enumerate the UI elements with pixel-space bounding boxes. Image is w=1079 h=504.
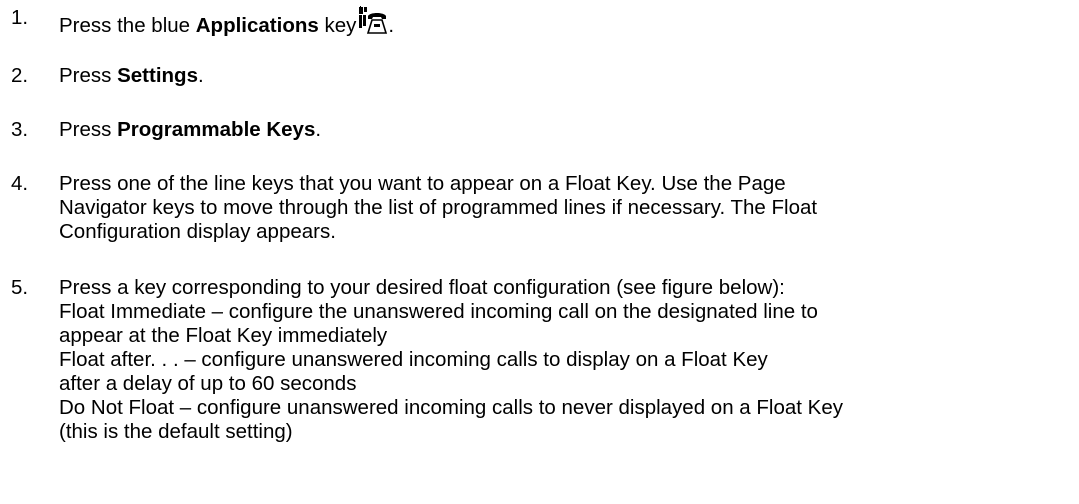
float-after-description: Float after. . . – configure unanswered …: [59, 348, 768, 371]
float-immediate-description: Float Immediate – configure the unanswer…: [59, 300, 818, 323]
step-text-bold: Programmable Keys: [117, 118, 316, 141]
step-text-post: .: [197, 64, 204, 87]
step-number: 1.: [11, 6, 29, 29]
step-text-end: .: [388, 14, 395, 37]
step-line: (this is the default setting): [59, 420, 293, 443]
step-text-post: .: [315, 118, 322, 141]
step-line: Navigator keys to move through the list …: [59, 196, 818, 219]
step-line: after a delay of up to 60 seconds: [59, 372, 357, 395]
step-line: appear at the Float Key immediately: [59, 324, 388, 347]
step-text-pre: Press: [59, 64, 118, 87]
step-text-bold: Applications: [195, 14, 319, 37]
step-text: Press one of the line keys that you want…: [59, 172, 1069, 244]
step-number: 2.: [11, 64, 29, 87]
step-number: 3.: [11, 118, 29, 141]
applications-key-icon: [359, 6, 388, 34]
step-text: Press Programmable Keys.: [59, 118, 1069, 142]
do-not-float-description: Do Not Float – configure unanswered inco…: [59, 396, 843, 419]
step-text: Press Settings.: [59, 64, 1069, 88]
step-number: 4.: [11, 172, 29, 195]
step-number: 5.: [11, 276, 29, 299]
step-line: Press one of the line keys that you want…: [59, 172, 786, 195]
step-line: Press a key corresponding to your desire…: [59, 276, 785, 299]
step-text-bold: Settings: [117, 64, 198, 87]
step-text-pre: Press: [59, 118, 118, 141]
step-text: Press the blue Applications key .: [59, 6, 1069, 38]
step-text-post: key: [318, 14, 357, 37]
step-line: Configuration display appears.: [59, 220, 336, 243]
step-text: Press a key corresponding to your desire…: [59, 276, 1069, 444]
step-text-pre: Press the blue: [59, 14, 196, 37]
